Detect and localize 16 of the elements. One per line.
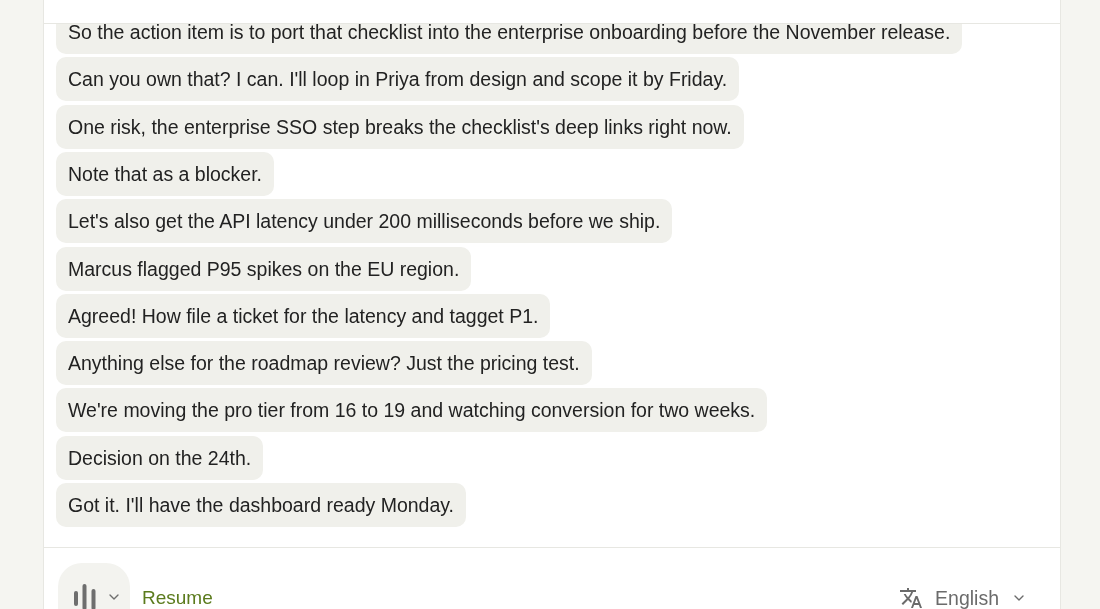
- resume-button[interactable]: Resume: [142, 586, 213, 609]
- message-bubble: One risk, the enterprise SSO step breaks the checklist's deep links right now.: [56, 104, 744, 149]
- message-bubble: Can you own that? I can. I'll loop in Priya from design and scope it by Friday.: [56, 57, 740, 102]
- message-bubble: Decision on the 24th.: [56, 435, 264, 480]
- message-bubble: Note that as a blocker.: [56, 151, 275, 196]
- language-selector[interactable]: English: [899, 585, 1027, 609]
- message-bubble: So the action item is to port that checklist into the enterprise onboarding before the November release.: [56, 24, 963, 55]
- message-bubble: Got it. I'll have the dashboard ready Monday.: [56, 483, 466, 527]
- message-bubble: Agreed! How file a ticket for the latency and tagget P1.: [56, 293, 551, 338]
- audio-bars-icon: [74, 584, 96, 609]
- message-bubble: Anything else for the roadmap review? Just the pricing test.: [56, 341, 592, 386]
- message-bubble: Marcus flagged P95 spikes on the EU region.: [56, 246, 472, 291]
- translate-icon: [899, 586, 924, 609]
- message-bubble: We're moving the pro tier from 16 to 19 and watching conversion for two weeks.: [56, 388, 768, 433]
- message-bubble: Let's also get the API latency under 200 milliseconds before we ship.: [56, 199, 673, 244]
- voice-menu-button[interactable]: [58, 563, 130, 609]
